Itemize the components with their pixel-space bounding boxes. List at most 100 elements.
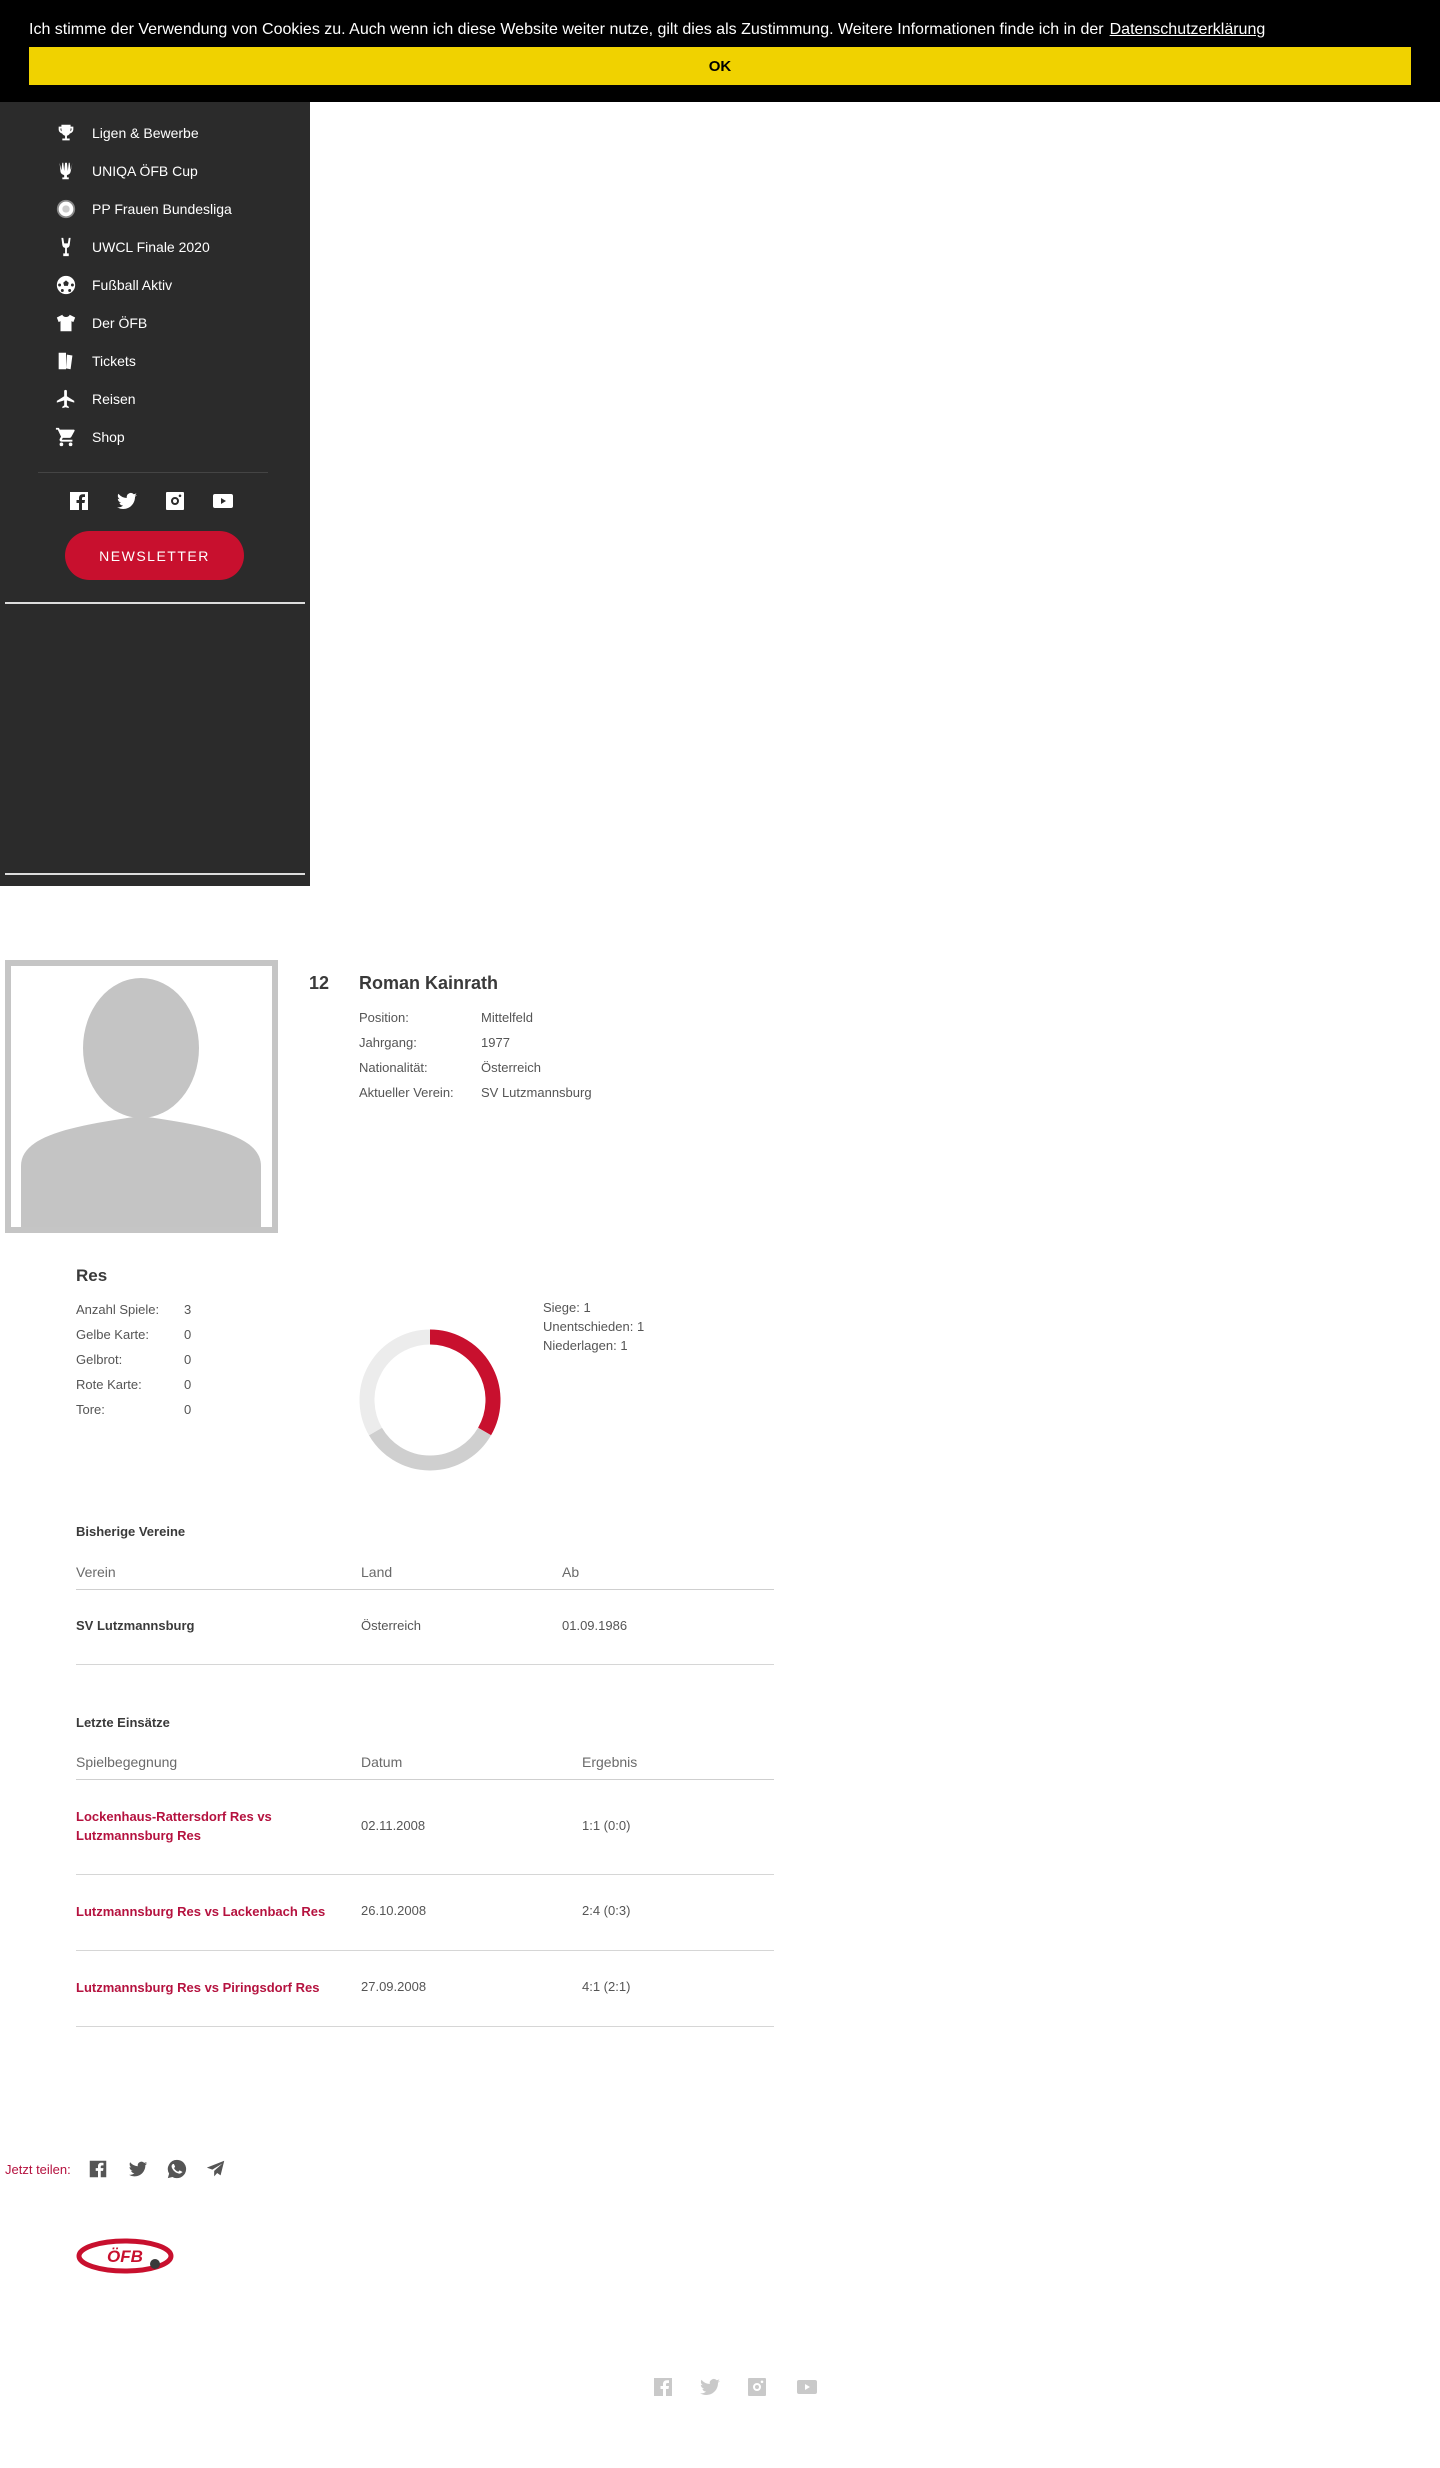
info-label: Position:: [359, 1010, 409, 1025]
youtube-icon[interactable]: [210, 488, 236, 514]
ticket-icon: [52, 347, 80, 375]
stat-label: Gelbe Karte:: [76, 1327, 149, 1342]
stat-value: 3: [184, 1302, 192, 1317]
stat-row: Rote Karte: 0: [76, 1377, 191, 1395]
player-name: Roman Kainrath: [359, 973, 499, 993]
sidebar-item-label: Tickets: [92, 353, 136, 369]
column-header-country: Land: [361, 1564, 393, 1580]
sidebar-item-label: PP Frauen Bundesliga: [92, 201, 232, 217]
legend-wins: Siege: 1: [543, 1300, 591, 1315]
column-header-date: Datum: [361, 1754, 403, 1770]
stat-label: Tore:: [76, 1402, 105, 1417]
info-label: Jahrgang:: [359, 1035, 417, 1050]
legend-losses: Niederlagen: 1: [543, 1338, 628, 1353]
footer-twitter-icon[interactable]: [697, 2374, 723, 2400]
airplane-icon: [52, 385, 80, 413]
footer-facebook-icon[interactable]: [650, 2374, 676, 2400]
sidebar-item-uwcl-finale[interactable]: UWCL Finale 2020: [52, 232, 210, 262]
column-header-since: Ab: [562, 1564, 580, 1580]
footer-instagram-icon[interactable]: [744, 2374, 770, 2400]
info-label: Nationalität:: [359, 1060, 428, 1075]
sidebar-item-frauen-bundesliga[interactable]: PP Frauen Bundesliga: [52, 194, 232, 224]
info-value: Mittelfeld: [481, 1010, 534, 1025]
info-current-club: Aktueller Verein: SV Lutzmannsburg: [359, 1085, 592, 1103]
sidebar-item-der-oefb[interactable]: Der ÖFB: [52, 308, 147, 338]
sidebar-item-shop[interactable]: Shop: [52, 422, 125, 452]
match-link[interactable]: Lutzmannsburg Res vs Lackenbach Res: [76, 1902, 396, 1921]
instagram-icon[interactable]: [162, 488, 188, 514]
ball-badge-icon: [52, 195, 80, 223]
sidebar-item-uniqa-cup[interactable]: UNIQA ÖFB Cup: [52, 156, 198, 186]
table-row: Lutzmannsburg Res vs Piringsdorf Res 27.…: [76, 1951, 774, 2027]
club-name: SV Lutzmannsburg: [76, 1618, 195, 1633]
cookie-banner: Ich stimme der Verwendung von Cookies zu…: [0, 0, 1440, 102]
match-result: 1:1 (0:0): [582, 1818, 631, 1833]
stat-label: Rote Karte:: [76, 1377, 142, 1392]
trophy-icon: [52, 119, 80, 147]
clubs-section-title: Bisherige Vereine: [76, 1524, 186, 1539]
sidebar-divider: [5, 602, 305, 604]
info-nationality: Nationalität: Österreich: [359, 1060, 541, 1078]
player-photo-placeholder: [5, 960, 278, 1233]
sidebar-item-fussball-aktiv[interactable]: Fußball Aktiv: [52, 270, 172, 300]
info-position: Position: Mittelfeld: [359, 1010, 533, 1028]
privacy-policy-link[interactable]: Datenschutzerklärung: [1110, 21, 1266, 38]
sidebar-social-links: [66, 488, 236, 514]
cart-icon: [52, 423, 80, 451]
share-twitter-icon[interactable]: [126, 2157, 150, 2181]
table-row: SV Lutzmannsburg Österreich 01.09.1986: [76, 1590, 774, 1665]
stat-row: Gelbrot: 0: [76, 1352, 191, 1370]
info-label: Aktueller Verein:: [359, 1085, 454, 1100]
sidebar-item-label: UWCL Finale 2020: [92, 239, 210, 255]
donut-slice-unentschieden: [368, 1427, 492, 1471]
oefb-logo[interactable]: ÖFB: [76, 2236, 174, 2276]
share-whatsapp-icon[interactable]: [165, 2157, 189, 2181]
newsletter-button[interactable]: NEWSLETTER: [65, 531, 244, 580]
stat-value: 0: [184, 1377, 192, 1392]
jersey-icon: [52, 309, 80, 337]
matches-table-header: Spielbegegnung Datum Ergebnis: [76, 1746, 774, 1780]
stat-row: Gelbe Karte: 0: [76, 1327, 191, 1345]
match-date: 02.11.2008: [361, 1818, 426, 1833]
footer-youtube-icon[interactable]: [794, 2374, 820, 2400]
stat-row: Anzahl Spiele: 3: [76, 1302, 191, 1320]
match-date: 26.10.2008: [361, 1903, 427, 1918]
sidebar-item-label: Reisen: [92, 391, 136, 407]
share-facebook-icon[interactable]: [86, 2157, 110, 2181]
cookie-ok-button[interactable]: OK: [29, 47, 1411, 85]
sidebar-item-label: Ligen & Bewerbe: [92, 125, 199, 141]
share-telegram-icon[interactable]: [204, 2157, 228, 2181]
info-birth-year: Jahrgang: 1977: [359, 1035, 510, 1053]
stat-value: 0: [184, 1352, 192, 1367]
facebook-icon[interactable]: [66, 488, 92, 514]
twitter-icon[interactable]: [114, 488, 140, 514]
stat-value: 0: [184, 1402, 192, 1417]
legend-draws: Unentschieden: 1: [543, 1319, 645, 1334]
column-header-result: Ergebnis: [582, 1754, 638, 1770]
stat-label: Gelbrot:: [76, 1352, 123, 1367]
cookie-text: Ich stimme der Verwendung von Cookies zu…: [29, 21, 1265, 39]
sidebar-item-label: Der ÖFB: [92, 315, 148, 331]
column-header-match: Spielbegegnung: [76, 1754, 178, 1770]
cup-icon: [52, 157, 80, 185]
share-label: Jetzt teilen:: [5, 2162, 71, 2177]
match-link[interactable]: Lutzmannsburg Res vs Piringsdorf Res: [76, 1978, 396, 1997]
club-country: Österreich: [361, 1618, 421, 1633]
sidebar-item-reisen[interactable]: Reisen: [52, 384, 136, 414]
match-link[interactable]: Lockenhaus-Rattersdorf Res vs Lutzmannsb…: [76, 1807, 316, 1845]
shirt-number: 12: [309, 973, 330, 993]
sidebar-item-label: Fußball Aktiv: [92, 277, 173, 293]
match-result: 4:1 (2:1): [582, 1979, 631, 1994]
sidebar-item-tickets[interactable]: Tickets: [52, 346, 136, 376]
sidebar-nav: Ligen & Bewerbe UNIQA ÖFB Cup PP Frauen …: [0, 0, 310, 886]
sidebar-item-ligen-bewerbe[interactable]: Ligen & Bewerbe: [52, 118, 199, 148]
match-date: 27.09.2008: [361, 1979, 427, 1994]
match-result: 2:4 (0:3): [582, 1903, 631, 1918]
matches-section-title: Letzte Einsätze: [76, 1715, 170, 1730]
donut-slice-niederlagen: [359, 1329, 431, 1436]
sidebar-divider: [5, 873, 305, 875]
table-row: Lockenhaus-Rattersdorf Res vs Lutzmannsb…: [76, 1780, 774, 1875]
stat-label: Anzahl Spiele:: [76, 1302, 160, 1317]
club-since: 01.09.1986: [562, 1618, 628, 1633]
results-donut-chart: [359, 1329, 501, 1471]
